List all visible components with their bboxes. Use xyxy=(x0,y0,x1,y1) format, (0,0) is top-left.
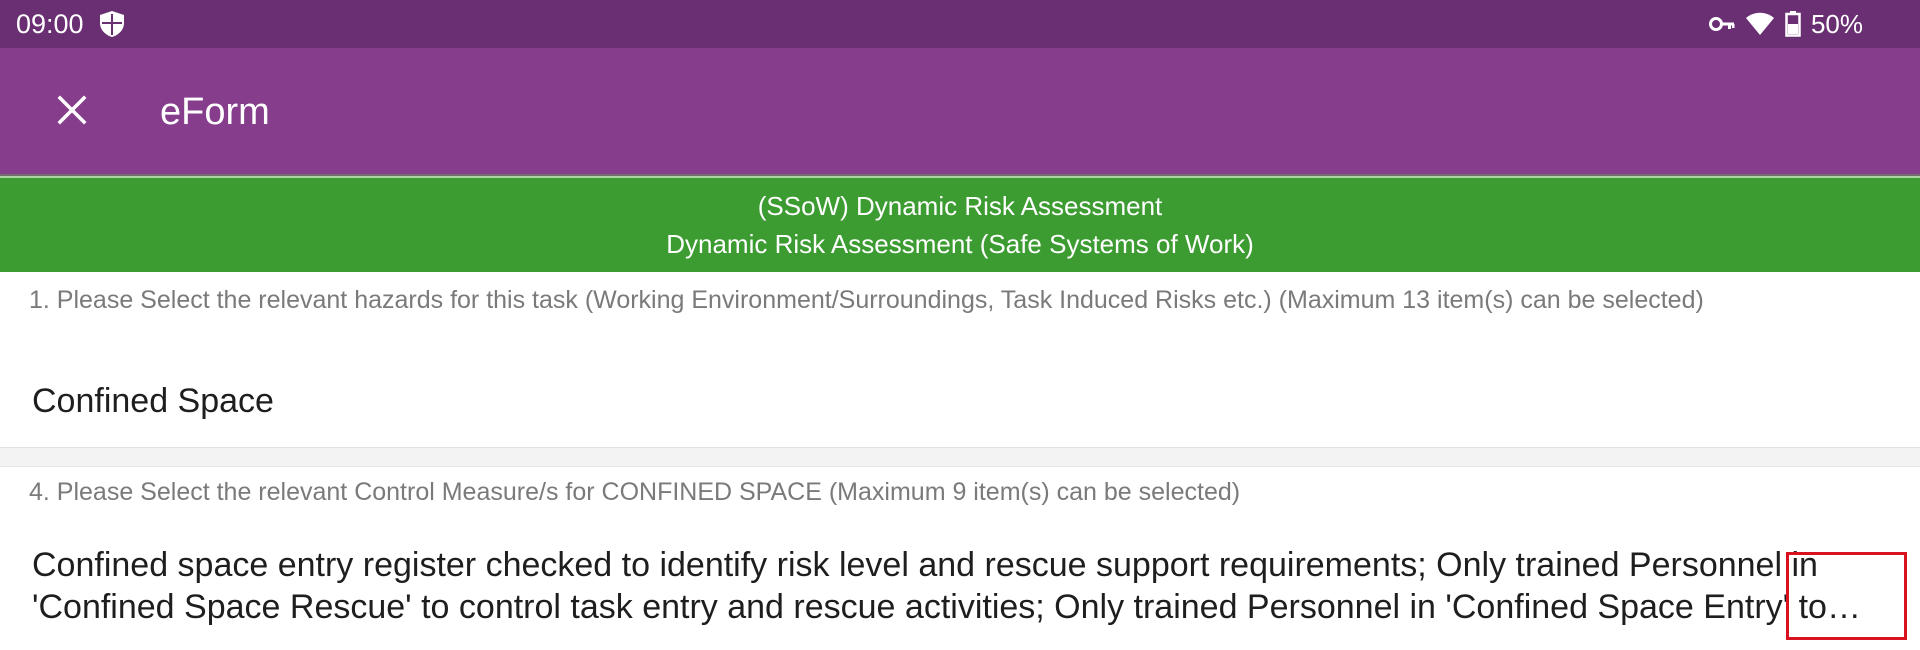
app-bar: eForm xyxy=(0,48,1920,176)
wifi-icon xyxy=(1745,12,1775,36)
question-answer[interactable]: Confined Space xyxy=(32,380,1888,422)
status-time: 09:00 xyxy=(16,9,84,39)
question-label: 4. Please Select the relevant Control Me… xyxy=(29,478,1241,506)
battery-percentage: 50% xyxy=(1810,9,1863,39)
vpn-key-icon xyxy=(1708,16,1735,32)
status-icons: 50% xyxy=(1708,9,1863,39)
form-header: (SSoW) Dynamic Risk Assessment Dynamic R… xyxy=(0,178,1920,272)
question-card[interactable]: 1. Please Select the relevant hazards fo… xyxy=(0,272,1920,448)
app-title: eForm xyxy=(160,91,270,133)
close-icon xyxy=(57,95,87,130)
shield-icon xyxy=(97,9,127,39)
question-label: 1. Please Select the relevant hazards fo… xyxy=(29,286,1704,314)
card-separator xyxy=(0,448,1920,467)
question-card[interactable]: 4. Please Select the relevant Control Me… xyxy=(0,467,1920,650)
close-button[interactable] xyxy=(40,88,104,136)
form-header-subtitle: Dynamic Risk Assessment (Safe Systems of… xyxy=(666,229,1254,259)
form-header-title: (SSoW) Dynamic Risk Assessment xyxy=(757,191,1163,221)
question-answer[interactable]: Confined space entry register checked to… xyxy=(32,544,1888,628)
battery-icon xyxy=(1785,11,1801,37)
status-bar: 09:00 50% xyxy=(0,0,1920,48)
